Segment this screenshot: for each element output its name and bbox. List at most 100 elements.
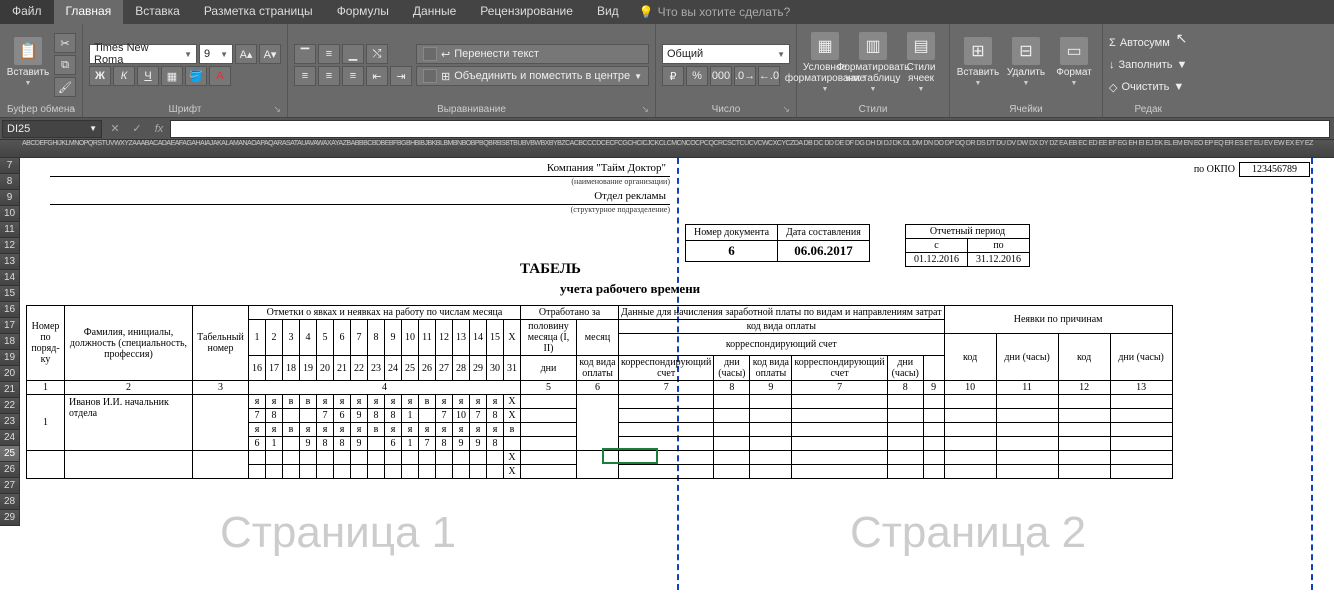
row-header[interactable]: 15 [0,286,20,302]
cancel-formula-button[interactable]: ✕ [104,122,126,135]
row-header[interactable]: 24 [0,430,20,446]
data-row[interactable]: X [27,451,1173,465]
tab-view[interactable]: Вид [585,0,631,24]
insert-cells-button[interactable]: ⊞Вставить▼ [956,28,1000,96]
chevron-down-icon: ▼ [634,72,642,81]
row-header[interactable]: 7 [0,158,20,174]
grid-area[interactable]: Страница 1 Страница 2 Компания "Тайм Док… [20,158,1334,590]
clear-button[interactable]: ◇Очистить▼ [1109,77,1187,97]
orientation-button[interactable]: ⤭ [366,44,388,64]
increase-font-button[interactable]: A▴ [235,44,257,64]
row-header[interactable]: 20 [0,366,20,382]
row-header[interactable]: 27 [0,478,20,494]
tab-layout[interactable]: Разметка страницы [192,0,325,24]
group-alignment: ▔ ≡ ▁ ⤭ ≡ ≡ ≡ ⇤ ⇥ ↩Перенести текст ⊞Объе… [288,24,656,117]
indent-dec-button[interactable]: ⇤ [366,66,388,86]
cursor-icon: ↖ [1176,30,1188,47]
formula-input[interactable] [170,120,1330,138]
tab-review[interactable]: Рецензирование [468,0,585,24]
launcher-icon[interactable]: ↘ [782,104,790,115]
bold-button[interactable]: Ж [89,66,111,86]
group-styles: ▦Условное форматирование▼ ▥Форматировать… [797,24,950,117]
align-middle-button[interactable]: ≡ [318,44,340,64]
autosum-button[interactable]: ΣАвтосумм↖ [1109,33,1187,53]
cut-button[interactable]: ✂ [54,33,76,53]
format-as-table-button[interactable]: ▥Форматировать как таблицу▼ [851,28,895,96]
sigma-icon: Σ [1109,37,1116,49]
align-top-button[interactable]: ▔ [294,44,316,64]
font-size-combo[interactable]: 9▼ [199,44,233,64]
tab-file[interactable]: Файл [0,0,54,24]
borders-button[interactable]: ▦ [161,66,183,86]
tab-insert[interactable]: Вставка [123,0,192,24]
row-header[interactable]: 28 [0,494,20,510]
fill-button[interactable]: ↓Заполнить▼ [1109,55,1187,75]
row-header[interactable]: 11 [0,222,20,238]
increase-decimal-button[interactable]: .0→ [734,66,756,86]
fx-button[interactable]: fx [148,123,170,135]
tabel-title: ТАБЕЛЬ [520,261,581,278]
launcher-icon[interactable]: ↘ [641,104,649,115]
copy-button[interactable]: ⧉ [54,55,76,75]
font-name-combo[interactable]: Times New Roma▼ [89,44,197,64]
chevron-down-icon: ▼ [870,86,877,93]
row-header[interactable]: 13 [0,254,20,270]
name-box[interactable]: DI25▼ [2,120,102,138]
row-header[interactable]: 17 [0,318,20,334]
paste-button[interactable]: 📋 Вставить ▼ [6,28,50,96]
launcher-icon[interactable]: ↘ [273,104,281,115]
row-header[interactable]: 19 [0,350,20,366]
align-left-button[interactable]: ≡ [294,66,316,86]
period-block: Отчетный период спо 01.12.201631.12.2016 [905,224,1030,267]
row-header[interactable]: 23 [0,414,20,430]
cond-format-icon: ▦ [811,32,839,60]
align-bottom-button[interactable]: ▁ [342,44,364,64]
row-header[interactable]: 16 [0,302,20,318]
italic-button[interactable]: К [113,66,135,86]
fill-color-button[interactable]: 🪣 [185,66,207,86]
delete-cells-button[interactable]: ⊟Удалить▼ [1004,28,1048,96]
column-headers[interactable]: ABCDEFGHIJKLMNOPQRSTUVWXYZAAABACADAEAFAG… [0,140,1334,158]
align-right-button[interactable]: ≡ [342,66,364,86]
currency-button[interactable]: ₽ [662,66,684,86]
merge-icon: ⊞ [441,70,450,83]
row-header[interactable]: 14 [0,270,20,286]
decrease-decimal-button[interactable]: ←.0 [758,66,780,86]
underline-button[interactable]: Ч [137,66,159,86]
percent-button[interactable]: % [686,66,708,86]
row-header[interactable]: 25 [0,446,20,462]
row-header[interactable]: 22 [0,398,20,414]
number-format-combo[interactable]: Общий▼ [662,44,790,64]
accept-formula-button[interactable]: ✓ [126,122,148,135]
comma-button[interactable]: 000 [710,66,732,86]
row-header[interactable]: 10 [0,206,20,222]
row-header[interactable]: 21 [0,382,20,398]
decrease-font-button[interactable]: A▾ [259,44,281,64]
launcher-icon[interactable]: ↘ [68,104,76,115]
cell-styles-button[interactable]: ▤Стили ячеек▼ [899,28,943,96]
row-header[interactable]: 29 [0,510,20,526]
tab-formulas[interactable]: Формулы [325,0,401,24]
menu-bar: Файл Главная Вставка Разметка страницы Ф… [0,0,1334,24]
indent-inc-button[interactable]: ⇥ [390,66,412,86]
row-header[interactable]: 12 [0,238,20,254]
format-icon: ▭ [1060,37,1088,65]
wrap-text-button[interactable]: ↩Перенести текст [416,44,649,64]
row-header[interactable]: 9 [0,190,20,206]
format-cells-button[interactable]: ▭Формат▼ [1052,28,1096,96]
row-header[interactable]: 8 [0,174,20,190]
data-row[interactable]: 1 Иванов И.И. начальник отдела яяввяяяяя… [27,395,1173,409]
row-headers[interactable]: 7 8 9 10 11 12 13 14 15 16 17 18 19 20 2… [0,158,20,526]
align-center-button[interactable]: ≡ [318,66,340,86]
okpo-label: по ОКПО [1190,163,1240,177]
tab-home[interactable]: Главная [54,0,124,24]
format-painter-button[interactable]: 🖌 [54,77,76,97]
selected-cell [602,448,658,464]
row-header[interactable]: 26 [0,462,20,478]
tab-data[interactable]: Данные [401,0,468,24]
chevron-down-icon: ▼ [25,80,32,87]
font-color-button[interactable]: A [209,66,231,86]
merge-center-button[interactable]: ⊞Объединить и поместить в центре▼ [416,66,649,86]
row-header[interactable]: 18 [0,334,20,350]
tell-me[interactable]: 💡 Что вы хотите сделать? [631,0,799,24]
